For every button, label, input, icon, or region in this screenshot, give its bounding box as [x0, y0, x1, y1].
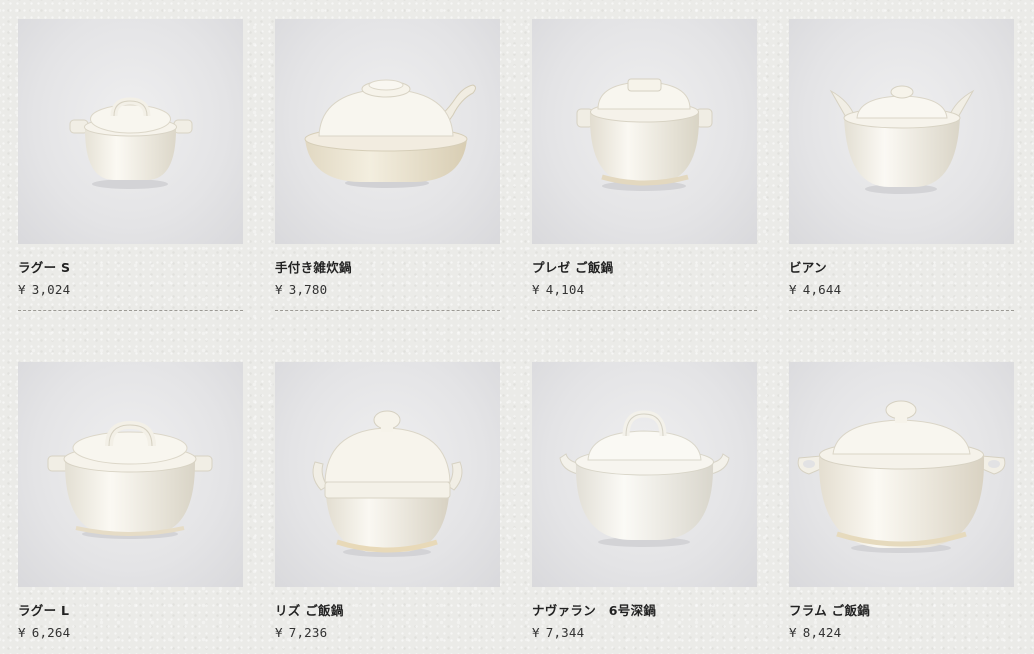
divider [18, 310, 243, 311]
price-value: 3,024 [31, 282, 71, 297]
currency-symbol: ¥ [789, 282, 797, 297]
product-image[interactable] [532, 19, 757, 244]
product-name[interactable]: ビアン [789, 260, 1014, 276]
product-image[interactable] [18, 362, 243, 587]
pot-long-handle-icon [304, 79, 476, 188]
product-card[interactable]: フラム ご飯鍋 ¥8,424 [789, 362, 1014, 652]
divider [789, 310, 1014, 311]
product-name[interactable]: 手付き雑炊鍋 [275, 260, 500, 276]
price-value: 3,780 [288, 282, 328, 297]
product-image[interactable] [789, 362, 1014, 587]
product-name[interactable]: ナヴァラン 6号深鍋 [532, 603, 757, 619]
product-image[interactable] [789, 19, 1014, 244]
price-value: 7,344 [545, 625, 585, 640]
product-card[interactable]: ラグー L ¥6,264 [18, 362, 243, 652]
pot-wing-handle-icon [829, 85, 975, 194]
price-value: 6,264 [31, 625, 71, 640]
product-name[interactable]: ラグー L [18, 603, 243, 619]
price-value: 4,644 [802, 282, 842, 297]
product-card[interactable]: プレゼ ご飯鍋 ¥4,104 [532, 19, 757, 314]
product-card[interactable]: 手付き雑炊鍋 ¥3,780 [275, 19, 500, 314]
currency-symbol: ¥ [18, 282, 26, 297]
product-price: ¥3,780 [275, 282, 500, 298]
currency-symbol: ¥ [532, 282, 540, 297]
price-value: 8,424 [802, 625, 842, 640]
currency-symbol: ¥ [275, 625, 283, 640]
divider [275, 310, 500, 311]
rice-pot-square-handle-icon [576, 78, 713, 191]
pot-small-handled-icon [69, 97, 193, 189]
product-price: ¥4,644 [789, 282, 1014, 298]
product-image[interactable] [275, 362, 500, 587]
rice-pot-knob-icon [312, 410, 463, 557]
currency-symbol: ¥ [18, 625, 26, 640]
product-name[interactable]: フラム ご飯鍋 [789, 603, 1014, 619]
product-price: ¥7,344 [532, 625, 757, 641]
product-price: ¥3,024 [18, 282, 243, 298]
product-grid: ラグー S ¥3,024 手付き雑炊鍋 ¥3,780 プレゼ ご飯鍋 ¥ 4,1… [18, 19, 1014, 652]
product-card[interactable]: リズ ご飯鍋 ¥7,236 [275, 362, 500, 652]
product-image[interactable] [18, 19, 243, 244]
product-price: ¥7,236 [275, 625, 500, 641]
currency-symbol: ¥ [532, 625, 540, 640]
price-value: 4,104 [545, 282, 585, 297]
product-card[interactable]: ラグー S ¥3,024 [18, 19, 243, 314]
price-value: 7,236 [288, 625, 328, 640]
product-image[interactable] [275, 19, 500, 244]
product-name[interactable]: リズ ご飯鍋 [275, 603, 500, 619]
divider [532, 310, 757, 311]
product-name[interactable]: プレゼ ご飯鍋 [532, 260, 757, 276]
product-name[interactable]: ラグー S [18, 260, 243, 276]
product-price: ¥8,424 [789, 625, 1014, 641]
product-card[interactable]: ナヴァラン 6号深鍋 ¥7,344 [532, 362, 757, 652]
product-image[interactable] [532, 362, 757, 587]
pot-large-handled-icon [47, 420, 213, 539]
currency-symbol: ¥ [275, 282, 283, 297]
product-price: ¥6,264 [18, 625, 243, 641]
deep-pot-icon [559, 410, 730, 547]
rice-pot-loop-handle-icon [797, 400, 1006, 553]
product-price: ¥4,104 [532, 282, 757, 298]
product-card[interactable]: ビアン ¥4,644 [789, 19, 1014, 314]
currency-symbol: ¥ [789, 625, 797, 640]
